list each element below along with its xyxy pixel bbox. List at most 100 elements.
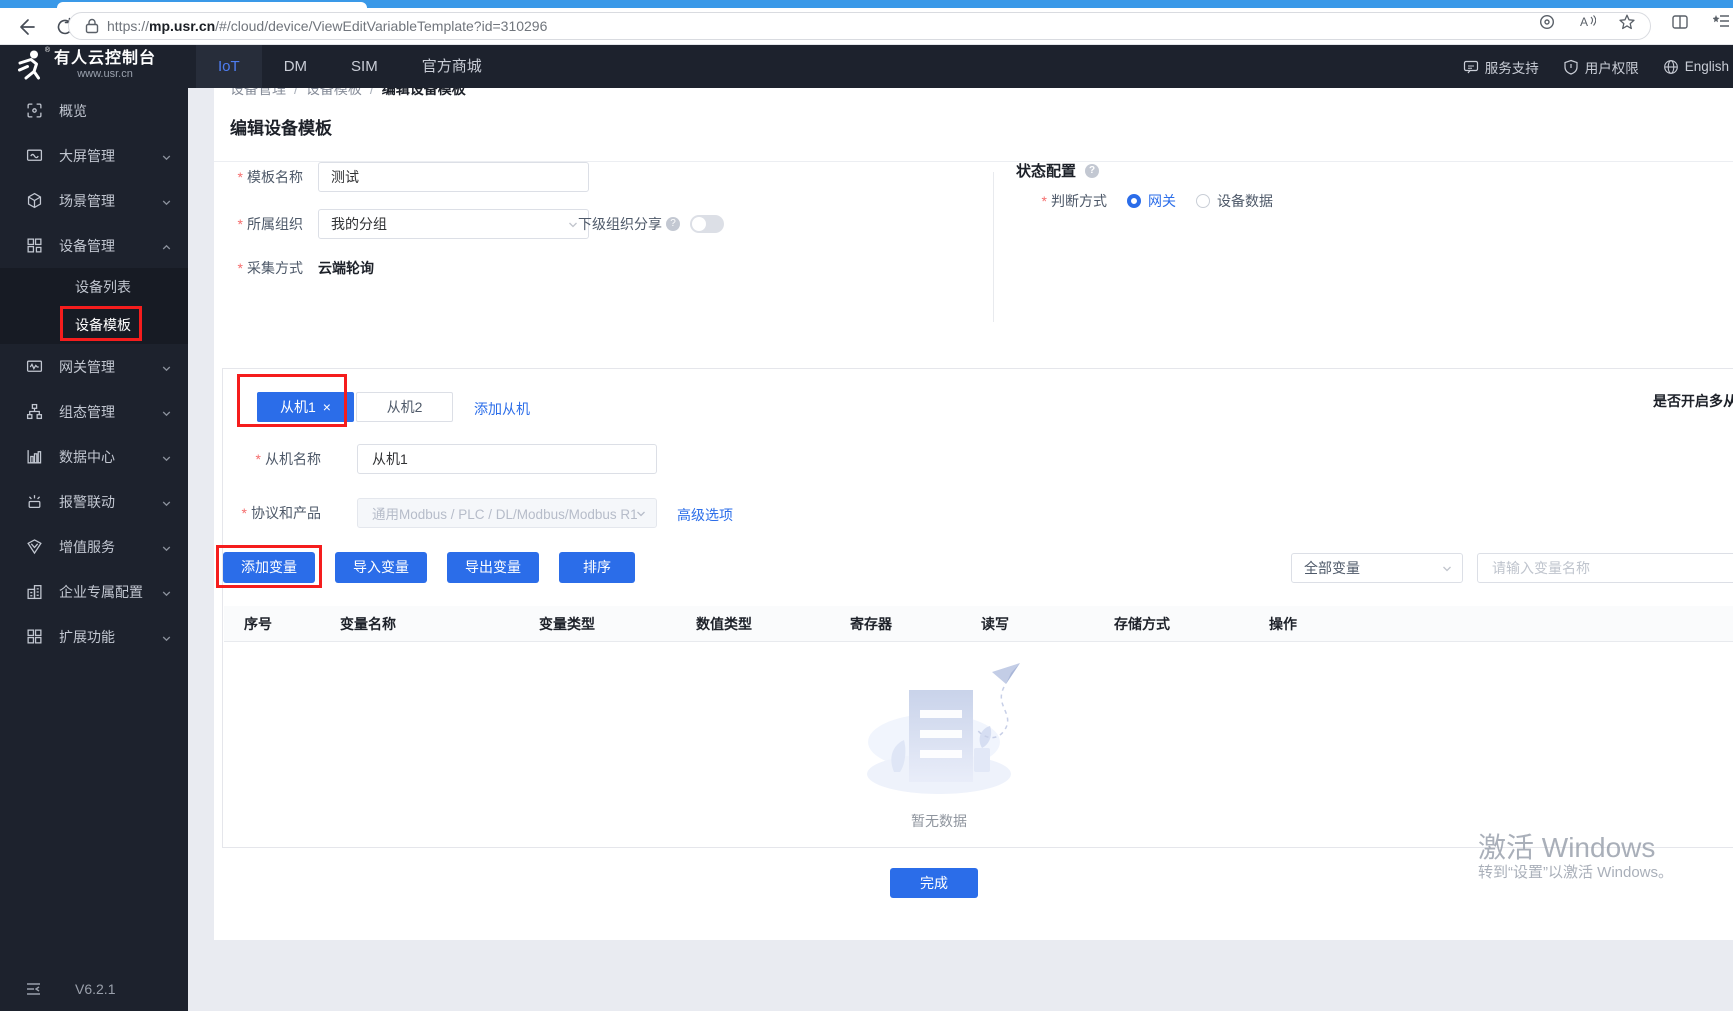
protocol-row: 协议和产品 通用Modbus / PLC / DL/Modbus/Modbus …: [223, 498, 657, 528]
radio-unselected-icon: [1196, 194, 1210, 208]
radio-gateway[interactable]: 网关: [1127, 191, 1176, 211]
address-bar[interactable]: https://mp.usr.cn/#/cloud/device/ViewEdi…: [68, 12, 1651, 40]
chat-icon: [1463, 59, 1479, 75]
back-icon[interactable]: [16, 16, 38, 38]
app-logo[interactable]: 有人云控制台 www.usr.cn: [14, 47, 157, 81]
judge-method-row: 判断方式 网关设备数据: [994, 193, 1273, 209]
variable-search-input[interactable]: [1477, 553, 1733, 583]
organization-select[interactable]: 我的分组: [318, 209, 589, 239]
share-label: 下级组织分享: [578, 216, 662, 232]
import-variable-button[interactable]: 导入变量: [335, 552, 427, 583]
sidebar-item-value-added[interactable]: 增值服务: [0, 524, 188, 569]
nav-tab-iot[interactable]: IoT: [196, 45, 262, 88]
sidebar-submenu: 设备列表 设备模板: [0, 268, 188, 344]
variable-table-header: 序号 变量名称 变量类型 数值类型 寄存器 读写 存储方式 操作: [224, 606, 1733, 642]
nav-tab-mall[interactable]: 官方商城: [400, 45, 504, 88]
split-screen-icon[interactable]: [1671, 13, 1689, 31]
done-button[interactable]: 完成: [890, 868, 978, 898]
multi-slave-label: 是否开启多从机: [1653, 393, 1733, 409]
tracking-prevention-icon[interactable]: [1538, 13, 1556, 31]
extension-icon: [26, 628, 43, 645]
judge-options: 网关 设备数据: [1107, 191, 1273, 211]
share-toggle[interactable]: [690, 215, 724, 233]
help-icon[interactable]: [666, 217, 680, 231]
tab-slave-2[interactable]: 从机2: [356, 392, 453, 422]
screen-icon: [26, 147, 43, 164]
column-header-5: 读写: [981, 615, 1009, 632]
slave-name-label: 从机名称: [223, 449, 321, 469]
sidebar-subitem-device-list[interactable]: 设备列表: [0, 268, 188, 306]
collections-icon[interactable]: [1712, 13, 1731, 31]
screen: https://mp.usr.cn/#/cloud/device/ViewEdi…: [0, 0, 1733, 1011]
protocol-select: 通用Modbus / PLC / DL/Modbus/Modbus R1: [357, 498, 657, 528]
activate-windows-watermark-sub: 转到“设置”以激活 Windows。: [1478, 864, 1674, 881]
sort-button[interactable]: 排序: [559, 552, 635, 583]
tab-slave-1[interactable]: 从机1: [257, 392, 354, 422]
sidebar-item-data-center[interactable]: 数据中心: [0, 434, 188, 479]
logo-subtitle: www.usr.cn: [77, 68, 133, 80]
topnav-support[interactable]: 服务支持: [1463, 57, 1539, 77]
add-slave-link[interactable]: 添加从机: [474, 399, 530, 419]
sidebar-item-gateway-mgmt[interactable]: 网关管理: [0, 344, 188, 389]
activate-windows-watermark: 激活 Windows: [1478, 832, 1656, 863]
column-header-7: 操作: [1269, 615, 1297, 632]
radio-device-data[interactable]: 设备数据: [1196, 191, 1273, 211]
template-name-label: 模板名称: [230, 167, 303, 187]
sidebar-item-screen-mgmt[interactable]: 大屏管理: [0, 133, 188, 178]
column-header-0: 序号: [244, 615, 272, 632]
version-label: V6.2.1: [75, 981, 116, 997]
chevron-down-icon: [637, 511, 645, 517]
slave-name-input[interactable]: [357, 444, 657, 474]
browser-titlebar: [0, 0, 1733, 8]
organization-label: 所属组织: [230, 214, 303, 234]
topnav-tabs: IoT DM SIM 官方商城: [196, 45, 504, 88]
collect-method-row: 采集方式 云端轮询: [230, 256, 374, 280]
chevron-down-icon: [161, 631, 172, 642]
shield-icon: [1563, 59, 1579, 75]
device-icon: [26, 237, 43, 254]
topnav-language[interactable]: English: [1663, 59, 1729, 75]
sidebar-item-scene-mgmt[interactable]: 场景管理: [0, 178, 188, 223]
nav-tab-sim[interactable]: SIM: [329, 45, 400, 88]
sidebar-item-alarm-linkage[interactable]: 报警联动: [0, 479, 188, 524]
sidebar-menu: 概览 大屏管理 场景管理 设备管理 设备列表 设备模板 网关管理 组态管理 数据中心 报警联动 增值…: [0, 88, 188, 659]
chevron-down-icon: [1443, 566, 1451, 572]
judge-method-label: 判断方式: [994, 191, 1107, 211]
globe-icon: [1663, 59, 1679, 75]
sidebar-footer: V6.2.1: [0, 979, 188, 999]
sidebar-item-overview[interactable]: 概览: [0, 88, 188, 133]
read-aloud-icon[interactable]: A: [1578, 13, 1597, 31]
sidebar: 概览 大屏管理 场景管理 设备管理 设备列表 设备模板 网关管理 组态管理 数据中心 报警联动 增值…: [0, 88, 188, 1011]
chevron-up-icon: [161, 240, 172, 251]
chevron-down-icon: [161, 195, 172, 206]
export-variable-button[interactable]: 导出变量: [447, 552, 539, 583]
radio-selected-icon: [1127, 194, 1141, 208]
column-header-2: 变量类型: [539, 615, 595, 632]
topnav-permissions[interactable]: 用户权限: [1563, 57, 1639, 77]
advanced-options-link[interactable]: 高级选项: [677, 505, 733, 525]
close-icon[interactable]: [323, 400, 331, 414]
column-header-1: 变量名称: [340, 615, 396, 632]
favorite-star-icon[interactable]: [1618, 13, 1636, 31]
logo-title: 有人云控制台: [54, 50, 157, 67]
template-name-input[interactable]: [318, 162, 589, 192]
sidebar-item-device-mgmt[interactable]: 设备管理: [0, 223, 188, 268]
scene-icon: [26, 192, 43, 209]
sidebar-item-scada-mgmt[interactable]: 组态管理: [0, 389, 188, 434]
add-variable-button[interactable]: 添加变量: [223, 552, 315, 583]
page-title: 编辑设备模板: [230, 119, 332, 138]
sidebar-subitem-device-template[interactable]: 设备模板: [0, 306, 188, 344]
nav-tab-dm[interactable]: DM: [262, 45, 329, 88]
sidebar-item-extensions[interactable]: 扩展功能: [0, 614, 188, 659]
variable-type-filter[interactable]: 全部变量: [1291, 553, 1463, 583]
collapse-sidebar-icon[interactable]: [26, 982, 41, 996]
column-header-6: 存储方式: [1114, 615, 1170, 632]
data-icon: [26, 448, 43, 465]
sidebar-item-enterprise-config[interactable]: 企业专属配置: [0, 569, 188, 614]
template-name-row: 模板名称: [230, 162, 589, 192]
top-navbar: 有人云控制台 www.usr.cn IoTDMSIM官方商城 服务支持 用户权限 E…: [0, 45, 1733, 88]
column-header-3: 数值类型: [696, 615, 752, 632]
empty-state-illustration: [867, 663, 1020, 794]
overview-icon: [26, 102, 43, 119]
help-icon[interactable]: [1085, 163, 1100, 178]
